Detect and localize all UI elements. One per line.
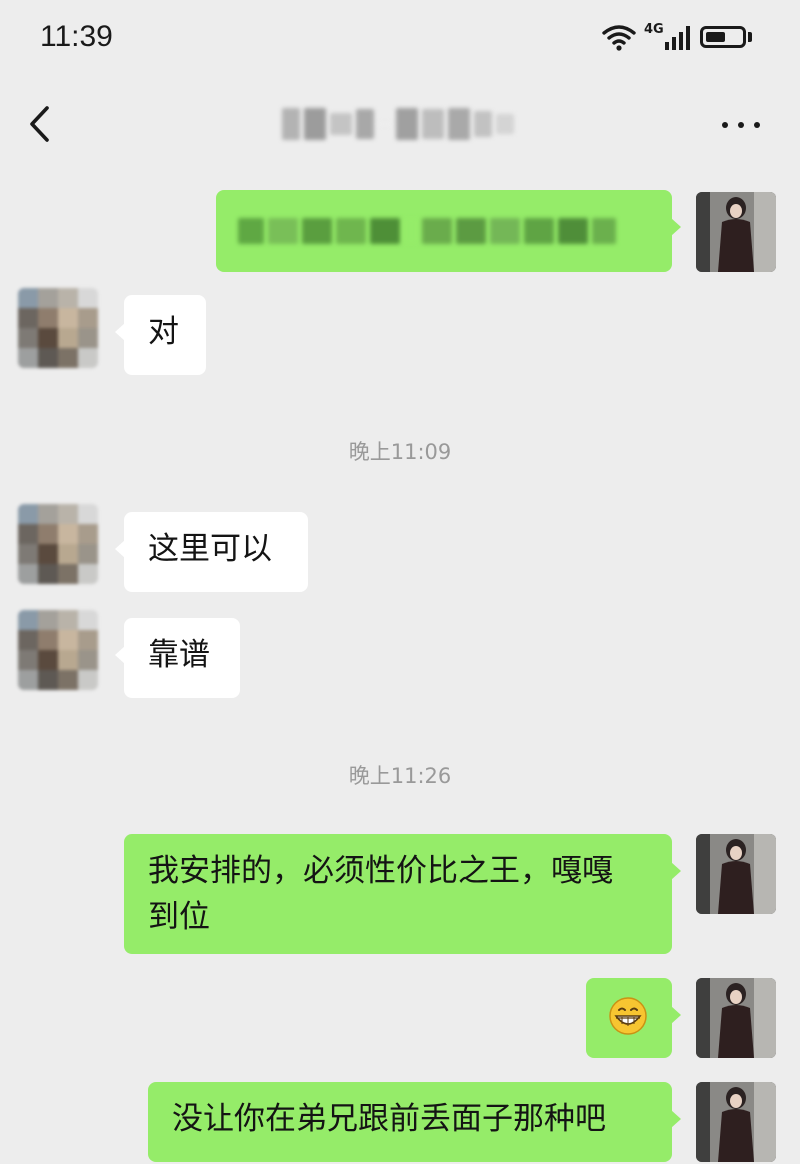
status-bar: 11:39 4G: [0, 0, 800, 80]
self-avatar[interactable]: [696, 978, 776, 1058]
wifi-icon: [602, 25, 636, 51]
message-bubble-incoming[interactable]: 靠谱: [115, 618, 240, 698]
message-text: 没让你在弟兄跟前丢面子那种吧: [172, 1101, 606, 1137]
message-text: 靠谱: [148, 637, 210, 673]
message-bubble-incoming[interactable]: 这里可以: [115, 512, 308, 592]
self-avatar[interactable]: [696, 834, 776, 914]
self-avatar[interactable]: [696, 1082, 776, 1162]
signal-icon: [665, 26, 690, 50]
redacted-text: [238, 190, 650, 272]
chat-title-redacted: [282, 104, 522, 144]
network-type: 4G: [644, 22, 664, 37]
battery-icon: [700, 26, 746, 48]
message-text-line-1: 我安排的，必须性价比之王，嘎嘎: [148, 853, 613, 889]
message-timestamp: 晚上11:09: [348, 440, 452, 464]
message-bubble-outgoing[interactable]: 没让你在弟兄跟前丢面子那种吧: [148, 1082, 681, 1162]
message-bubble-incoming[interactable]: 对: [115, 295, 206, 375]
contact-avatar[interactable]: [18, 504, 98, 584]
message-bubble-redacted[interactable]: [216, 190, 681, 272]
self-avatar[interactable]: [696, 192, 776, 272]
battery-tip: [748, 32, 752, 42]
contact-avatar[interactable]: [18, 610, 98, 690]
more-dots-icon[interactable]: [718, 110, 764, 140]
message-text: 这里可以: [148, 531, 272, 567]
chat-header: [0, 80, 800, 170]
battery-level: [706, 32, 725, 42]
grinning-face-icon: [609, 997, 647, 1035]
message-text-line-2: 到位: [148, 899, 210, 935]
contact-avatar[interactable]: [18, 288, 98, 368]
message-timestamp: 晚上11:26: [348, 764, 452, 788]
message-bubble-outgoing[interactable]: 我安排的，必须性价比之王，嘎嘎 到位: [124, 834, 681, 954]
status-time: 11:39: [40, 20, 113, 53]
message-text: 对: [148, 314, 179, 350]
message-bubble-emoji[interactable]: [586, 978, 681, 1058]
chevron-left-icon[interactable]: [20, 104, 60, 144]
